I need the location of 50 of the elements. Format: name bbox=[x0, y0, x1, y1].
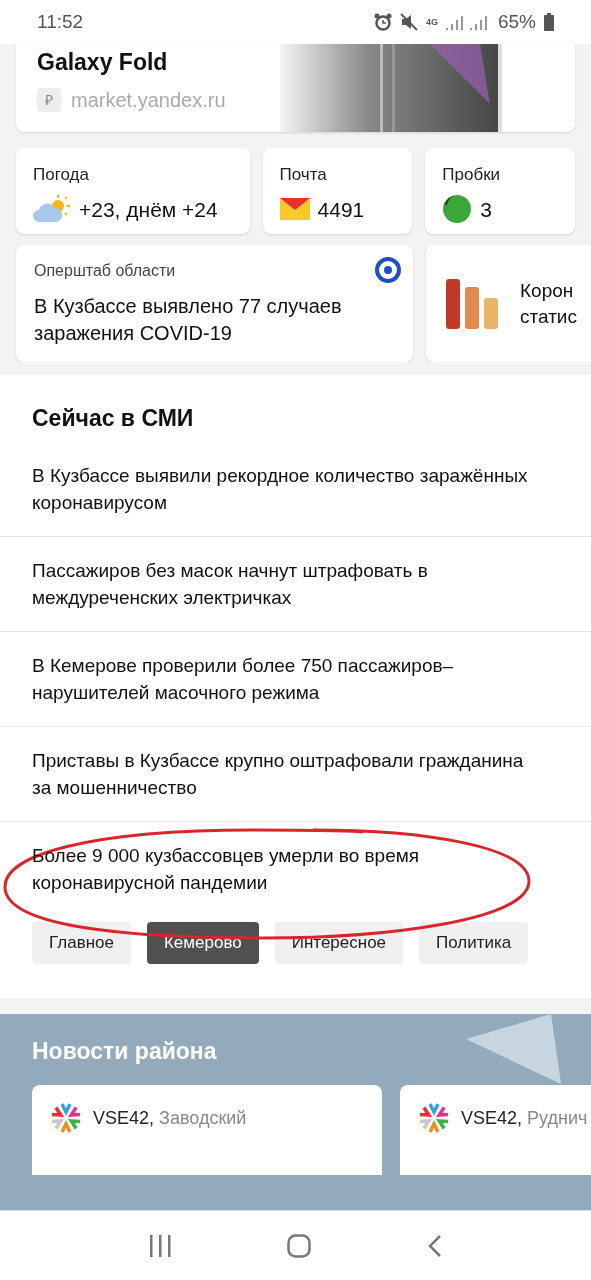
signal-icon bbox=[445, 14, 490, 30]
widget-value: +23, днём +24 bbox=[79, 196, 218, 223]
widget-label: Пробки bbox=[442, 164, 502, 186]
recent-apps-icon[interactable] bbox=[147, 1234, 172, 1257]
widget-label: Погода bbox=[33, 164, 90, 186]
network-label: 4G bbox=[425, 17, 438, 27]
logo-icon bbox=[51, 1103, 81, 1133]
target-icon bbox=[375, 257, 401, 283]
envelope-icon bbox=[279, 198, 310, 221]
home-icon[interactable] bbox=[287, 1233, 312, 1258]
section-title: Новости района bbox=[32, 1036, 218, 1066]
category-tab[interactable]: Кемерово bbox=[146, 921, 259, 964]
card-source: Оперштаб области bbox=[34, 261, 176, 281]
partly-cloudy-icon bbox=[33, 195, 71, 224]
stats-card[interactable]: Корон статис bbox=[426, 245, 591, 362]
battery-percent: 65% bbox=[497, 9, 536, 34]
alarm-icon bbox=[373, 13, 392, 31]
card-source: VSE42, Руднич bbox=[461, 1107, 588, 1130]
widget-card[interactable]: Пробки 3 bbox=[425, 148, 575, 234]
widget-card[interactable]: Погода +23, днём +24 bbox=[16, 148, 250, 234]
widget-label: Почта bbox=[279, 164, 328, 186]
widget-value: 3 bbox=[480, 196, 492, 223]
widget-card[interactable]: Почта 4491 bbox=[262, 148, 413, 234]
category-tab[interactable]: Главное bbox=[32, 921, 131, 964]
clock-time: 11:52 bbox=[37, 9, 84, 34]
promo-title: Galaxy Fold bbox=[37, 49, 169, 75]
promo-card[interactable]: Galaxy Fold ₽ market.yandex.ru bbox=[16, 44, 575, 132]
news-headline[interactable]: Приставы в Кузбассе крупно оштрафовали гражданина за мошенничество bbox=[32, 746, 537, 801]
news-headline[interactable]: Пассажиров без масок начнут штрафовать в междуреченских электричках bbox=[32, 556, 537, 611]
news-card[interactable]: Оперштаб области В Кузбассе выявлено 77 случаев заражения COVID-19 bbox=[16, 245, 413, 362]
ruble-icon: ₽ bbox=[37, 88, 61, 112]
category-tab[interactable]: Интересное bbox=[274, 921, 404, 964]
battery-icon bbox=[544, 13, 554, 31]
card-text: В Кузбассе выявлено 77 случаев заражения COVID-19 bbox=[34, 294, 343, 346]
back-icon[interactable] bbox=[427, 1233, 444, 1258]
news-headline[interactable]: В Кузбассе выявили рекордное количество заражённых коронавирусом bbox=[32, 461, 537, 516]
section-title: Сейчас в СМИ bbox=[31, 404, 195, 433]
widget-value: 4491 bbox=[317, 196, 365, 223]
category-tab[interactable]: Политика bbox=[419, 921, 529, 964]
news-headline[interactable]: В Кемерове проверили более 750 пассажиров–нарушителей масочного режима bbox=[32, 651, 537, 706]
news-card[interactable]: VSE42, Заводский bbox=[32, 1085, 382, 1175]
news-card[interactable]: VSE42, Руднич bbox=[400, 1085, 591, 1175]
traffic-light-icon bbox=[442, 194, 473, 225]
news-headline[interactable]: Более 9 000 кузбассовцев умерли во время коронавирусной пандемии bbox=[32, 841, 537, 896]
card-source: VSE42, Заводский bbox=[93, 1107, 247, 1130]
promo-source: market.yandex.ru bbox=[71, 88, 226, 113]
card-text: статис bbox=[520, 304, 577, 329]
card-text: Корон bbox=[520, 278, 575, 303]
mute-icon bbox=[399, 13, 418, 31]
logo-icon bbox=[419, 1103, 449, 1133]
